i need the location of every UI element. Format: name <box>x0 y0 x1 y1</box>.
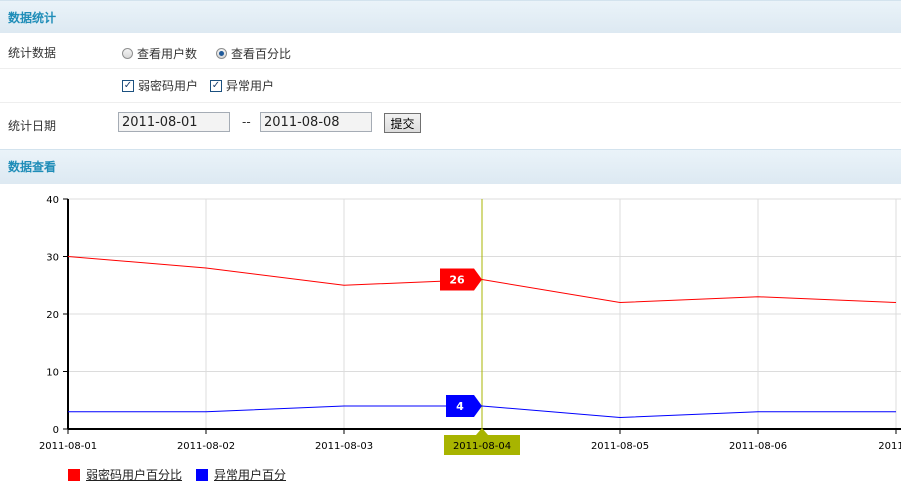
legend-swatch-weak <box>68 468 80 481</box>
stats-section-title: 数据统计 <box>8 11 57 25</box>
x-tick-label: 2011-08-04 <box>453 441 511 452</box>
radio-view-percent[interactable]: 查看百分比 <box>216 45 291 62</box>
radio-percent-label: 查看百分比 <box>231 47 292 61</box>
radio-view-users[interactable]: 查看用户数 <box>122 45 197 62</box>
date-from-input[interactable] <box>118 112 230 132</box>
value-flag-label-0: 26 <box>449 274 465 287</box>
stats-type-label: 统计数据 <box>8 46 57 60</box>
checkbox-abnormal-user[interactable]: ✓ 异常用户 <box>210 77 274 94</box>
stats-type-row: 统计数据 查看用户数 查看百分比 <box>0 34 901 69</box>
x-tick-label: 2011-0 <box>878 441 901 452</box>
y-tick-label: 20 <box>46 310 59 321</box>
checkbox-weak-password[interactable]: ✓ 弱密码用户 <box>122 77 198 94</box>
radio-percent-indicator[interactable] <box>216 48 227 59</box>
date-label: 统计日期 <box>8 119 57 133</box>
x-tick-label: 2011-08-06 <box>729 441 787 452</box>
legend-label-weak: 弱密码用户百分比 <box>86 468 183 482</box>
radio-users-indicator[interactable] <box>122 48 133 59</box>
radio-users-label: 查看用户数 <box>137 47 198 61</box>
y-tick-label: 0 <box>53 425 59 436</box>
y-tick-label: 10 <box>46 368 59 379</box>
line-chart: 0 10 20 30 40 2011-08-01 2011-08-02 2011-08-03 2… <box>39 195 901 455</box>
stats-filter-row: ✓ 弱密码用户 ✓ 异常用户 <box>0 68 901 103</box>
stats-section-header: 数据统计 <box>0 0 901 33</box>
date-separator: -- <box>242 115 251 129</box>
legend-swatch-abnormal <box>196 468 208 481</box>
x-tick-label: 2011-08-05 <box>591 441 649 452</box>
x-tick-label: 2011-08-01 <box>39 441 97 452</box>
checkbox-weak-label: 弱密码用户 <box>138 79 199 93</box>
check-icon[interactable]: ✓ <box>210 79 222 92</box>
submit-button[interactable]: 提交 <box>384 113 421 133</box>
legend-label-abnormal: 异常用户百分 <box>214 468 287 482</box>
legend-item-weak[interactable]: 弱密码用户百分比 <box>68 466 182 483</box>
x-tick-label: 2011-08-02 <box>177 441 235 452</box>
view-section-title: 数据查看 <box>8 160 57 174</box>
y-tick-label: 40 <box>46 195 59 206</box>
y-tick-label: 30 <box>46 253 59 264</box>
date-to-input[interactable] <box>260 112 372 132</box>
checkbox-abnormal-label: 异常用户 <box>226 79 275 93</box>
value-flag-label-1: 4 <box>456 400 464 413</box>
legend-item-abnormal[interactable]: 异常用户百分 <box>196 466 286 483</box>
check-icon[interactable]: ✓ <box>122 79 134 92</box>
value-flag-1 <box>446 395 482 417</box>
x-tick-label: 2011-08-03 <box>315 441 373 452</box>
view-section-header: 数据查看 <box>0 149 901 184</box>
